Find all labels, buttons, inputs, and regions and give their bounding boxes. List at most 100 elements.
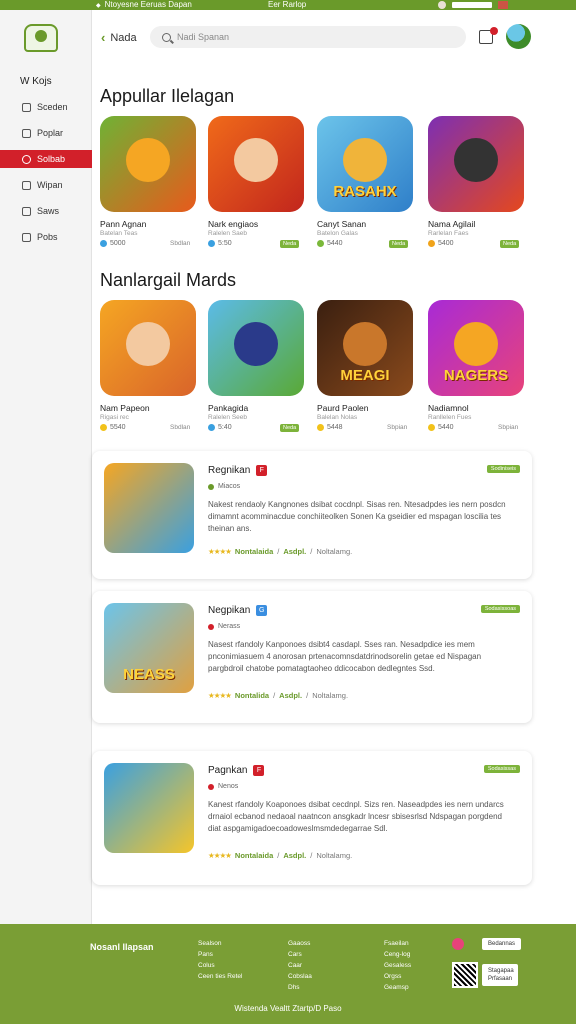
app-icon-image[interactable]: MEAGI bbox=[317, 300, 413, 396]
avatar[interactable] bbox=[506, 24, 531, 49]
footer-link[interactable]: Gaaoss bbox=[288, 938, 312, 949]
list-title[interactable]: Negpikan G bbox=[208, 605, 268, 616]
footer-link[interactable]: Gesaless bbox=[384, 960, 411, 971]
app-tag[interactable]: Neda bbox=[280, 424, 300, 432]
footer-button-1[interactable]: Bedannas bbox=[482, 938, 522, 950]
list-thumbnail[interactable]: NEASS bbox=[104, 603, 194, 693]
list-link-3[interactable]: Noltalamg. bbox=[316, 547, 352, 556]
download-label: Sbdlan bbox=[170, 424, 191, 431]
download-label: Sbpian bbox=[387, 424, 408, 431]
mini-input[interactable] bbox=[452, 2, 492, 8]
app-name[interactable]: Nam Papeon bbox=[100, 403, 150, 413]
app-subtitle: Ranllelen Fues bbox=[428, 414, 472, 421]
app-subtitle: Balelan Nolas bbox=[317, 414, 358, 421]
list-link-1[interactable]: Nontalaida bbox=[235, 851, 273, 860]
footer-link[interactable]: Ceng-log bbox=[384, 949, 411, 960]
sidebar-heading: W Kojs bbox=[20, 76, 52, 87]
footer-link[interactable]: Colus bbox=[198, 960, 242, 971]
app-subtitle: Ralelen Seeb bbox=[208, 414, 248, 421]
list-badge-icon: F bbox=[253, 765, 265, 776]
rating-value: 5:40 bbox=[218, 424, 232, 431]
footer-link[interactable]: Pans bbox=[198, 949, 242, 960]
top-bar-center-text: Eer Rarlop bbox=[268, 0, 307, 9]
app-name[interactable]: Pankagida bbox=[208, 403, 248, 413]
list-card[interactable]: Regnikan F Miacos Nakest rendaoly Kangnones… bbox=[92, 451, 532, 579]
app-icon-image[interactable] bbox=[208, 116, 304, 212]
app-rating: 5448 bbox=[317, 424, 343, 431]
sidebar-item-5[interactable]: Pobs bbox=[0, 228, 92, 246]
footer-link[interactable]: Cars bbox=[288, 949, 312, 960]
app-icon-image[interactable] bbox=[428, 116, 524, 212]
app-name[interactable]: Nama Agilail bbox=[428, 219, 475, 229]
app-tag[interactable]: Neda bbox=[280, 240, 300, 248]
app-icon-image[interactable] bbox=[100, 116, 196, 212]
list-link-2[interactable]: Asdpl. bbox=[279, 691, 302, 700]
qr-code bbox=[452, 962, 478, 988]
list-title-text: Regnikan bbox=[208, 465, 251, 476]
separator: / bbox=[306, 691, 309, 700]
footer-link[interactable]: Caar bbox=[288, 960, 312, 971]
list-link-1[interactable]: Nontalaida bbox=[235, 547, 273, 556]
footer-link[interactable]: Geamsp bbox=[384, 982, 411, 993]
app-subtitle: Batelan Teas bbox=[100, 230, 138, 237]
footer-column: Fsaeilan Ceng-log Gesaless Orgss Geamsp bbox=[384, 938, 411, 993]
flag-icon[interactable] bbox=[498, 1, 508, 9]
app-name[interactable]: Nadiamnol bbox=[428, 403, 469, 413]
store-icon[interactable] bbox=[452, 938, 464, 950]
list-title[interactable]: Regnikan F bbox=[208, 465, 268, 476]
footer-link[interactable]: Orgss bbox=[384, 971, 411, 982]
logo[interactable] bbox=[24, 24, 58, 52]
sidebar-item-4[interactable]: Saws bbox=[0, 202, 92, 220]
sidebar-item-3[interactable]: Wipan bbox=[0, 176, 92, 194]
app-icon-image[interactable]: NAGERS bbox=[428, 300, 524, 396]
app-name[interactable]: Paurd Paolen bbox=[317, 403, 369, 413]
footer-button-2[interactable]: Stagapaa Prfasaan bbox=[482, 964, 518, 986]
list-link-3[interactable]: Noltalamg. bbox=[316, 851, 352, 860]
list-tag[interactable]: Sodasissas bbox=[483, 765, 520, 773]
rating-dot-icon bbox=[100, 424, 107, 431]
app-tag[interactable]: Neda bbox=[389, 240, 409, 248]
list-card[interactable]: NEASS Negpikan G Nerass Nasest rfandoly Kanp… bbox=[92, 591, 532, 723]
list-tag[interactable]: Sodiniseis bbox=[486, 465, 520, 473]
list-thumbnail[interactable] bbox=[104, 463, 194, 553]
sidebar-item-2[interactable]: Solbab bbox=[0, 150, 92, 168]
meta-dot-icon bbox=[208, 483, 214, 490]
back-button[interactable]: ‹ Nada bbox=[101, 30, 137, 45]
footer-link[interactable]: Sealson bbox=[198, 938, 242, 949]
list-card[interactable]: Pagnkan F Nenos Kanest rfandoly Koaponoes d… bbox=[92, 751, 532, 885]
app-tag[interactable]: Neda bbox=[500, 240, 520, 248]
meta-text: Nerass bbox=[218, 623, 241, 630]
top-bar-right-controls bbox=[438, 0, 508, 10]
sidebar-item-icon bbox=[22, 154, 31, 164]
footer-link[interactable]: Fsaeilan bbox=[384, 938, 411, 949]
list-tag[interactable]: Sodasissoas bbox=[480, 605, 520, 613]
sidebar-item-label: Saws bbox=[37, 206, 60, 216]
sidebar-item-label: Poplar bbox=[37, 128, 64, 138]
search-icon bbox=[162, 32, 171, 42]
rating-value: 5448 bbox=[327, 424, 343, 431]
list-link-2[interactable]: Asdpl. bbox=[283, 547, 306, 556]
app-icon-image[interactable] bbox=[100, 300, 196, 396]
app-name[interactable]: Canyt Sanan bbox=[317, 219, 366, 229]
list-title-text: Negpikan bbox=[208, 605, 251, 616]
list-link-2[interactable]: Asdpl. bbox=[283, 851, 306, 860]
footer-link[interactable]: Dhs bbox=[288, 982, 312, 993]
app-icon-image[interactable] bbox=[208, 300, 304, 396]
list-footer: ★★★★ Nontalida / Asdpl. / Noltalamg. bbox=[208, 691, 348, 700]
list-badge-icon: F bbox=[256, 465, 268, 476]
search-input[interactable]: Nadi Spanan bbox=[150, 26, 466, 48]
list-title[interactable]: Pagnkan F bbox=[208, 765, 265, 776]
app-name[interactable]: Nark engiaos bbox=[208, 219, 258, 229]
list-link-3[interactable]: Noltalamg. bbox=[312, 691, 348, 700]
list-thumbnail[interactable] bbox=[104, 763, 194, 853]
list-link-1[interactable]: Nontalida bbox=[235, 691, 269, 700]
footer-link[interactable]: Ceen ties Retel bbox=[198, 971, 242, 982]
sidebar-item-0[interactable]: Sceden bbox=[0, 98, 92, 116]
app-rating: 5540 bbox=[100, 424, 126, 431]
profile-dot-icon[interactable] bbox=[438, 1, 446, 9]
footer-link[interactable]: Cobslaa bbox=[288, 971, 312, 982]
app-name[interactable]: Pann Agnan bbox=[100, 219, 146, 229]
app-icon-image[interactable]: RASAHX bbox=[317, 116, 413, 212]
rating-dot-icon bbox=[317, 240, 324, 247]
sidebar-item-1[interactable]: Poplar bbox=[0, 124, 92, 142]
